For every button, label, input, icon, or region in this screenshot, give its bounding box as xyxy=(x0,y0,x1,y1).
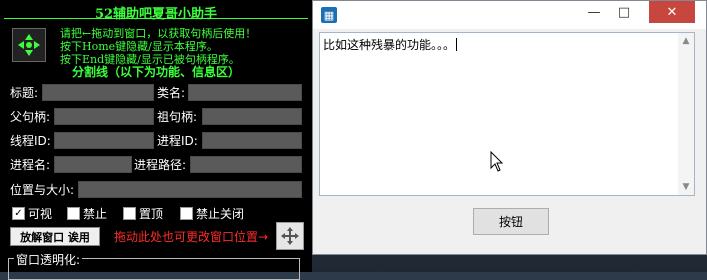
position-size-field[interactable] xyxy=(78,181,302,198)
thread-id-field[interactable] xyxy=(54,132,154,149)
grandparent-handle-field[interactable] xyxy=(202,108,302,125)
position-size-label: 位置与大小: xyxy=(10,183,75,197)
maximize-icon[interactable]: □ xyxy=(609,1,639,23)
title-underline xyxy=(4,18,308,19)
opacity-label: 窗口透明化: xyxy=(14,251,83,268)
unhide-window-button[interactable]: 放解窗口 诶用 xyxy=(10,227,100,246)
check-topmost-label: 置顶 xyxy=(139,207,164,221)
move-arrows-icon[interactable] xyxy=(276,222,304,250)
text-caret xyxy=(456,38,458,51)
checkbox-icon xyxy=(67,207,80,220)
check-topmost[interactable]: 置顶 xyxy=(123,205,163,222)
scroll-up-icon[interactable]: ▲ xyxy=(678,33,694,49)
parent-handle-label: 父句柄: xyxy=(10,110,51,124)
check-no-close-label: 禁止关闭 xyxy=(196,207,245,221)
process-path-field[interactable] xyxy=(190,156,302,173)
checkbox-checked-icon: ✓ xyxy=(12,207,25,220)
mouse-pointer-icon xyxy=(490,150,504,176)
class-label: 类名: xyxy=(157,86,186,100)
app-icon: ▦ xyxy=(321,7,337,23)
window-titlebar[interactable]: ▦ — □ ✕ xyxy=(313,1,706,29)
move-hint-text: 拖动此处也可更改窗口位置→ xyxy=(114,230,269,244)
process-id-field[interactable] xyxy=(202,132,302,149)
minimize-icon[interactable]: — xyxy=(579,1,609,23)
editor-text: 比如这种残暴的功能。。。 xyxy=(323,38,456,52)
target-window: ▦ — □ ✕ 比如这种残暴的功能。。。 ▲ ▼ 按钮 xyxy=(312,0,707,255)
title-field[interactable] xyxy=(42,84,154,101)
title-label: 标题: xyxy=(10,86,39,100)
vertical-scrollbar[interactable]: ▲ ▼ xyxy=(678,33,694,195)
helper-panel: 52辅助吧夏哥小助手 请把←拖动到窗口，以获取句柄后使用！ 按下Home键隐藏/… xyxy=(0,0,312,280)
check-visible-label: 可视 xyxy=(28,207,53,221)
check-disable-label: 禁止 xyxy=(83,207,108,221)
drag-crosshair-icon[interactable] xyxy=(12,28,46,62)
check-no-close[interactable]: 禁止关闭 xyxy=(180,205,244,222)
process-id-label: 进程ID: xyxy=(157,134,198,148)
close-icon[interactable]: ✕ xyxy=(649,1,695,23)
process-path-label: 进程路径: xyxy=(134,158,187,172)
thread-id-label: 线程ID: xyxy=(10,134,51,148)
divider-label: 分割线（以下为功能、信息区） xyxy=(71,65,240,79)
scroll-down-icon[interactable]: ▼ xyxy=(678,179,694,195)
class-field[interactable] xyxy=(188,84,302,101)
helper-title: 52辅助吧夏哥小助手 xyxy=(94,7,218,22)
process-name-label: 进程名: xyxy=(10,158,51,172)
process-name-field[interactable] xyxy=(54,156,132,173)
text-editor[interactable]: 比如这种残暴的功能。。。 ▲ ▼ xyxy=(319,32,695,196)
grandparent-handle-label: 祖句柄: xyxy=(157,110,198,124)
parent-handle-field[interactable] xyxy=(54,108,154,125)
action-button[interactable]: 按钮 xyxy=(473,208,549,235)
check-visible[interactable]: ✓ 可视 xyxy=(12,205,52,222)
checkbox-icon xyxy=(180,207,193,220)
check-disable[interactable]: 禁止 xyxy=(67,205,107,222)
checkbox-icon xyxy=(123,207,136,220)
editor-content: 比如这种残暴的功能。。。 xyxy=(323,36,458,53)
